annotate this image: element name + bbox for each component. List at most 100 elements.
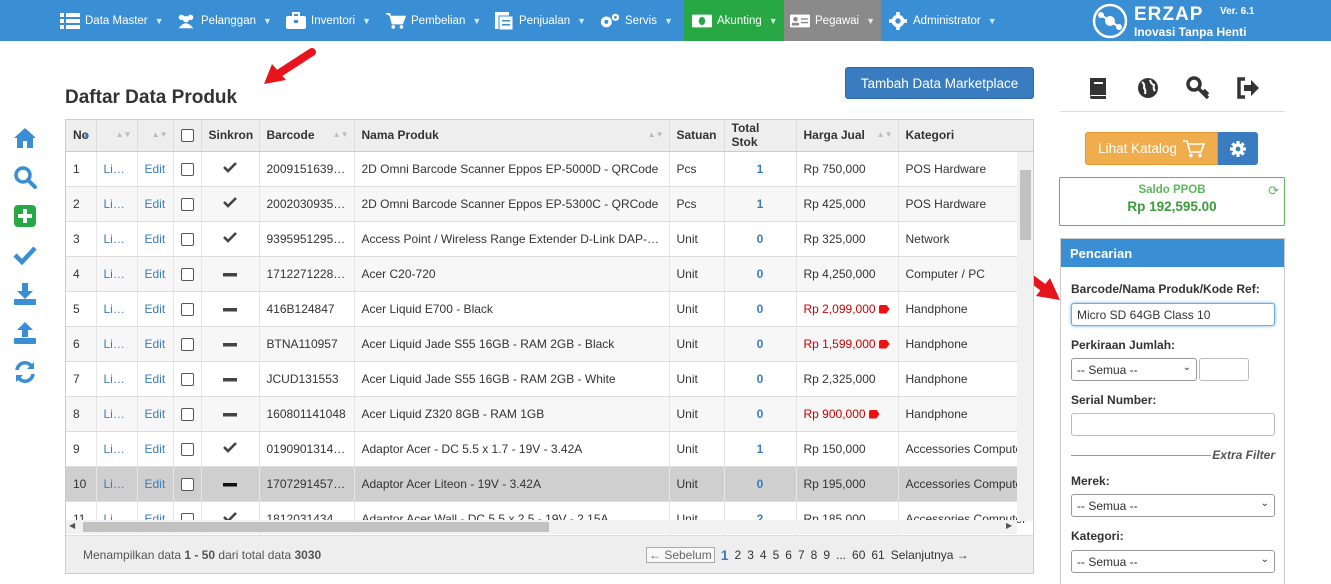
table-row[interactable]: 2 Lihat Edit 200203093520 2D Omni Barcode Sc… [66, 186, 1033, 222]
erzap-logo[interactable]: ERZAP Ver. 6.1 Inovasi Tanpa Henti [1092, 3, 1322, 39]
nav-pembelian[interactable]: Pembelian ▼ [386, 0, 481, 41]
row-checkbox[interactable] [180, 477, 194, 491]
edit-link[interactable]: Edit [137, 291, 174, 327]
nav-administrator[interactable]: Administrator ▼ [888, 0, 997, 41]
barcode-search-input[interactable]: Micro SD 64GB Class 10 [1071, 303, 1275, 326]
edit-link[interactable]: Edit [137, 396, 174, 432]
row-checkbox[interactable] [180, 442, 194, 456]
th-stok[interactable]: Total Stok [724, 120, 797, 152]
prev-page-button[interactable]: ← Sebelum [646, 547, 715, 563]
cell-stok[interactable]: 0 [724, 361, 797, 397]
select-all-checkbox[interactable] [180, 129, 194, 143]
cell-stok[interactable]: 1 [724, 151, 797, 187]
cell-stok[interactable]: 0 [724, 291, 797, 327]
add-icon[interactable] [12, 203, 38, 229]
lihat-link[interactable]: Lihat [96, 291, 138, 327]
th-sinkron[interactable]: Sinkron [201, 120, 260, 152]
table-row[interactable]: 8 Lihat Edit 160801141048 Acer Liquid Z320 8… [66, 396, 1033, 432]
jumlah-select[interactable]: -- Semua -- ⌄ [1071, 358, 1197, 381]
page-link[interactable]: 61 [871, 548, 884, 562]
th-kategori[interactable]: Kategori▲▼ [898, 120, 1033, 152]
cell-stok[interactable]: 0 [724, 396, 797, 432]
table-row[interactable]: 3 Lihat Edit 939595129593 Access Point / Wir… [66, 221, 1033, 257]
th-harga[interactable]: Harga Jual ▲▼ [796, 120, 899, 152]
page-link[interactable]: 9 [823, 548, 830, 562]
page-link[interactable]: 60 [852, 548, 865, 562]
katalog-settings-button[interactable] [1218, 132, 1258, 165]
page-link[interactable]: 8 [811, 548, 818, 562]
cell-checkbox[interactable] [173, 256, 202, 292]
row-checkbox[interactable] [180, 162, 194, 176]
cell-stok[interactable]: 1 [724, 186, 797, 222]
book-icon[interactable] [1085, 75, 1111, 101]
cell-checkbox[interactable] [173, 361, 202, 397]
page-link[interactable]: 5 [773, 548, 780, 562]
download-icon[interactable] [12, 281, 38, 307]
table-row[interactable]: 10 Lihat Edit 170729145745 Adaptor Acer Lite… [66, 466, 1033, 502]
cell-checkbox[interactable] [173, 221, 202, 257]
edit-link[interactable]: Edit [137, 431, 174, 467]
lihat-link[interactable]: Lihat [96, 151, 138, 187]
edit-link[interactable]: Edit [137, 361, 174, 397]
key-icon[interactable] [1185, 75, 1211, 101]
refresh-icon[interactable]: ⟳ [1268, 183, 1279, 199]
scroll-right-icon[interactable]: ▶ [1006, 521, 1012, 530]
row-checkbox[interactable] [180, 337, 194, 351]
search-icon[interactable] [12, 164, 38, 190]
cell-checkbox[interactable] [173, 326, 202, 362]
cell-checkbox[interactable] [173, 186, 202, 222]
cell-checkbox[interactable] [173, 396, 202, 432]
lihat-link[interactable]: Lihat [96, 361, 138, 397]
edit-link[interactable]: Edit [137, 466, 174, 502]
cell-checkbox[interactable] [173, 291, 202, 327]
edit-link[interactable]: Edit [137, 186, 174, 222]
lihat-link[interactable]: Lihat [96, 396, 138, 432]
th-barcode[interactable]: Barcode ▲▼ [259, 120, 355, 152]
th-nama[interactable]: Nama Produk ▲▼ [354, 120, 670, 152]
vertical-scrollbar[interactable] [1017, 152, 1033, 521]
nav-penjualan[interactable]: Penjualan ▼ [494, 0, 586, 41]
cell-stok[interactable]: 0 [724, 326, 797, 362]
th-select-all[interactable] [173, 120, 202, 152]
lihat-link[interactable]: Lihat [96, 256, 138, 292]
nav-inventori[interactable]: Inventori ▼ [286, 0, 371, 41]
cell-stok[interactable]: 1 [724, 431, 797, 467]
page-link[interactable]: 3 [747, 548, 754, 562]
globe-icon[interactable] [1135, 75, 1161, 101]
kategori-select[interactable]: -- Semua -- ⌄ [1071, 550, 1275, 573]
row-checkbox[interactable] [180, 302, 194, 316]
check-icon[interactable] [12, 242, 38, 268]
row-checkbox[interactable] [180, 232, 194, 246]
page-link[interactable]: 1 [721, 547, 729, 563]
nav-pegawai[interactable]: Pegawai ▼ [784, 0, 882, 41]
lihat-link[interactable]: Lihat [96, 466, 138, 502]
page-link[interactable]: 2 [735, 548, 742, 562]
cell-checkbox[interactable] [173, 431, 202, 467]
page-link[interactable]: 7 [798, 548, 805, 562]
table-row[interactable]: 9 Lihat Edit 019090131401 Adaptor Acer - DC … [66, 431, 1033, 467]
refresh-icon[interactable] [12, 359, 38, 385]
tambah-marketplace-button[interactable]: Tambah Data Marketplace [845, 67, 1034, 99]
lihat-katalog-button[interactable]: Lihat Katalog [1085, 132, 1218, 165]
cell-stok[interactable]: 0 [724, 466, 797, 502]
lihat-link[interactable]: Lihat [96, 326, 138, 362]
table-row[interactable]: 4 Lihat Edit 171227122819 Acer C20-720 Unit 0 R… [66, 256, 1033, 292]
th-satuan[interactable]: Satuan [669, 120, 725, 152]
scroll-thumb[interactable] [1020, 170, 1031, 240]
serial-number-input[interactable] [1071, 413, 1275, 436]
row-checkbox[interactable] [180, 267, 194, 281]
nav-data-master[interactable]: Data Master ▼ [60, 0, 164, 41]
logout-icon[interactable] [1235, 75, 1261, 101]
lihat-link[interactable]: Lihat [96, 431, 138, 467]
nav-pelanggan[interactable]: Pelanggan ▼ [176, 0, 272, 41]
scroll-left-icon[interactable]: ◀ [69, 521, 75, 530]
jumlah-input[interactable] [1199, 358, 1249, 381]
edit-link[interactable]: Edit [137, 326, 174, 362]
nav-servis[interactable]: Servis ▼ [600, 0, 673, 41]
horizontal-scrollbar[interactable]: ◀ ▶ [66, 520, 1017, 534]
lihat-link[interactable]: Lihat [96, 186, 138, 222]
th-edit[interactable]: ▲▼ [137, 120, 174, 152]
edit-link[interactable]: Edit [137, 221, 174, 257]
table-row[interactable]: 7 Lihat Edit JCUD131553 Acer Liquid Jade S55… [66, 361, 1033, 397]
table-row[interactable]: 5 Lihat Edit 416B124847 Acer Liquid E700 - B… [66, 291, 1033, 327]
